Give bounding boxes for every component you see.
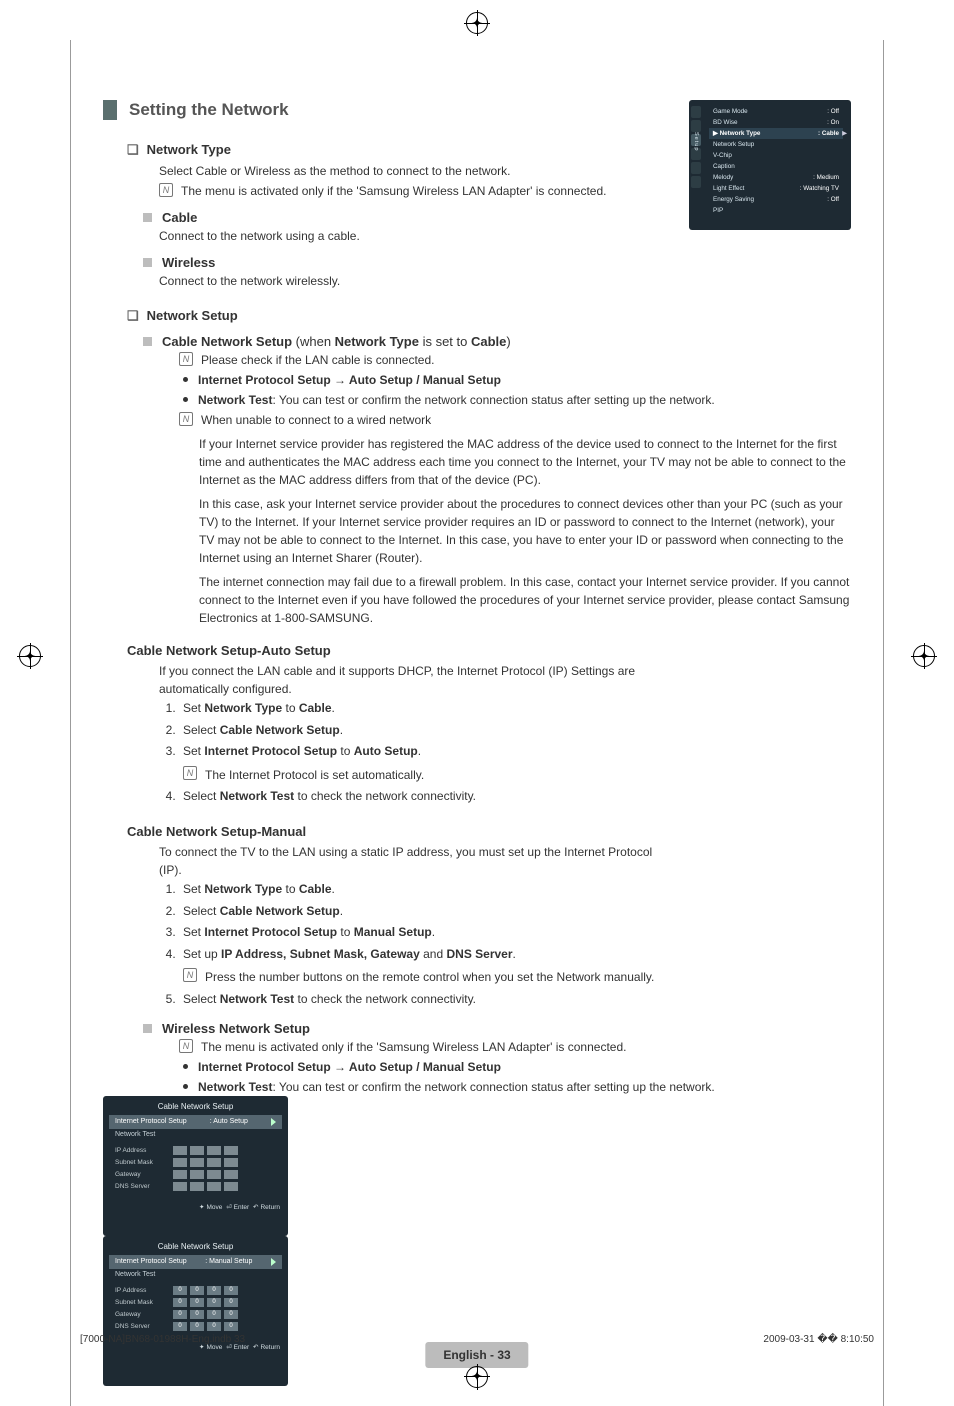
- note-icon: N: [183, 968, 197, 982]
- meta-timestamp: 2009-03-31 �� 8:10:50: [763, 1334, 874, 1345]
- note-row: N When unable to connect to a wired netw…: [179, 411, 851, 429]
- side-tab-icon: [691, 106, 701, 118]
- page-frame: Setting the Network ❏ Network Type Selec…: [70, 40, 884, 1406]
- auto-steps: Set Network Type to Cable. Select Cable …: [179, 698, 851, 808]
- list-item: Set up IP Address, Subnet Mask, Gateway …: [179, 944, 851, 989]
- note-row: N The menu is activated only if the 'Sam…: [179, 1038, 851, 1056]
- shot-selected-row: Internet Protocol Setup: Manual Setup: [109, 1255, 282, 1269]
- document-metadata: [7000-NA]BN68-01988H-Eng.indb 33 2009-03…: [80, 1334, 874, 1345]
- shot-row: Network Test: [115, 1131, 276, 1138]
- shot-footer: ✦Move ⏎Enter ↶Return: [103, 1199, 288, 1217]
- note-icon: N: [179, 352, 193, 366]
- chevron-right-icon: [271, 1118, 276, 1126]
- list-item: Select Cable Network Setup.: [179, 901, 851, 923]
- setup-side-label: Setup: [693, 132, 699, 151]
- list-item: Set Internet Protocol Setup to Manual Se…: [179, 922, 851, 944]
- registration-mark-icon: [913, 645, 935, 667]
- side-tab-icon: [691, 162, 701, 174]
- bullet-icon: [183, 377, 188, 382]
- subhead-network-setup: ❏ Network Setup: [127, 308, 851, 324]
- h3-manual: Cable Network Setup-Manual: [127, 824, 851, 839]
- list-item: Set Network Type to Cable.: [179, 879, 851, 901]
- subhead-wireless-network-setup: Wireless Network Setup: [143, 1021, 851, 1036]
- list-item: Select Network Test to check the network…: [179, 786, 851, 808]
- shot-title: Cable Network Setup: [103, 1236, 288, 1255]
- menu-row: PIP: [709, 205, 843, 216]
- square-bullet-icon: ❏: [127, 142, 139, 158]
- registration-mark-icon: [19, 645, 41, 667]
- ip-grid: IP Address0000 Subnet Mask0000 Gateway00…: [115, 1286, 276, 1331]
- paragraph: If your Internet service provider has re…: [199, 435, 851, 489]
- note-icon: N: [179, 1039, 193, 1053]
- square-bullet-icon: ❏: [127, 308, 139, 324]
- menu-row: BD Wise: On: [709, 117, 843, 128]
- menu-row: V-Chip: [709, 150, 843, 161]
- heading-text: Setting the Network: [129, 100, 289, 120]
- chevron-right-icon: [271, 1258, 276, 1266]
- menu-row: Energy Saving: Off: [709, 194, 843, 205]
- bullet-icon: [183, 1064, 188, 1069]
- menu-row: Game Mode: Off: [709, 106, 843, 117]
- registration-mark-icon: [466, 12, 488, 34]
- page-content: Setting the Network ❏ Network Type Selec…: [71, 40, 883, 1406]
- shot-title: Cable Network Setup: [103, 1096, 288, 1115]
- screenshot-auto-setup: Cable Network Setup Internet Protocol Se…: [103, 1096, 288, 1236]
- screenshot-manual-setup: Cable Network Setup Internet Protocol Se…: [103, 1236, 288, 1386]
- chevron-right-icon: ▶: [842, 130, 847, 137]
- h3-auto-setup: Cable Network Setup-Auto Setup: [127, 643, 851, 658]
- note-icon: N: [179, 412, 193, 426]
- menu-row: Network Setup: [709, 139, 843, 150]
- side-tab-icon: [691, 120, 701, 132]
- note-row: N Please check if the LAN cable is conne…: [179, 351, 851, 369]
- grey-square-icon: [143, 1024, 152, 1033]
- menu-row: Melody: Medium: [709, 172, 843, 183]
- bullet-row: Network Test: You can test or confirm th…: [179, 1078, 851, 1096]
- grey-square-icon: [143, 258, 152, 267]
- side-tab-icon: [691, 176, 701, 188]
- bullet-row: Internet Protocol Setup → Auto Setup / M…: [179, 371, 851, 389]
- menu-row: Light Effect: Watching TV: [709, 183, 843, 194]
- registration-mark-icon: [466, 1366, 488, 1388]
- shot-selected-row: Internet Protocol Setup: Auto Setup: [109, 1115, 282, 1129]
- note-icon: N: [159, 183, 173, 197]
- list-item: Set Network Type to Cable.: [179, 698, 851, 720]
- subhead-wireless: Wireless: [143, 255, 851, 270]
- shot-row: Network Test: [115, 1271, 276, 1278]
- enter-icon: ⏎: [226, 1204, 231, 1211]
- grey-square-icon: [143, 213, 152, 222]
- ip-grid: IP Address Subnet Mask Gateway DNS Serve…: [115, 1146, 276, 1191]
- note-icon: N: [183, 766, 197, 780]
- heading-bar-icon: [103, 100, 117, 120]
- grey-square-icon: [143, 337, 152, 346]
- subhead-cable-network-setup: Cable Network Setup (when Network Type i…: [143, 334, 851, 349]
- manual-intro: To connect the TV to the LAN using a sta…: [159, 843, 659, 879]
- paragraph: The internet connection may fail due to …: [199, 573, 851, 627]
- meta-filename: [7000-NA]BN68-01988H-Eng.indb 33: [80, 1334, 245, 1345]
- list-item: Select Cable Network Setup.: [179, 720, 851, 742]
- paragraph: In this case, ask your Internet service …: [199, 495, 851, 567]
- return-icon: ↶: [253, 1204, 258, 1211]
- wireless-desc: Connect to the network wirelessly.: [159, 272, 851, 290]
- move-icon: ✦: [199, 1204, 204, 1211]
- manual-steps: Set Network Type to Cable. Select Cable …: [179, 879, 851, 1011]
- menu-row-selected: ▶ Network Type: Cable▶: [709, 128, 843, 139]
- bullet-icon: [183, 397, 188, 402]
- bullet-row: Internet Protocol Setup → Auto Setup / M…: [179, 1058, 851, 1076]
- screenshot-setup-menu: Setup Game Mode: Off BD Wise: On ▶ Netwo…: [689, 100, 851, 230]
- list-item: Set Internet Protocol Setup to Auto Setu…: [179, 741, 851, 786]
- auto-intro: If you connect the LAN cable and it supp…: [159, 662, 659, 698]
- bullet-icon: [183, 1084, 188, 1089]
- menu-row: Caption: [709, 161, 843, 172]
- list-item: Select Network Test to check the network…: [179, 989, 851, 1011]
- bullet-row: Network Test: You can test or confirm th…: [179, 391, 851, 409]
